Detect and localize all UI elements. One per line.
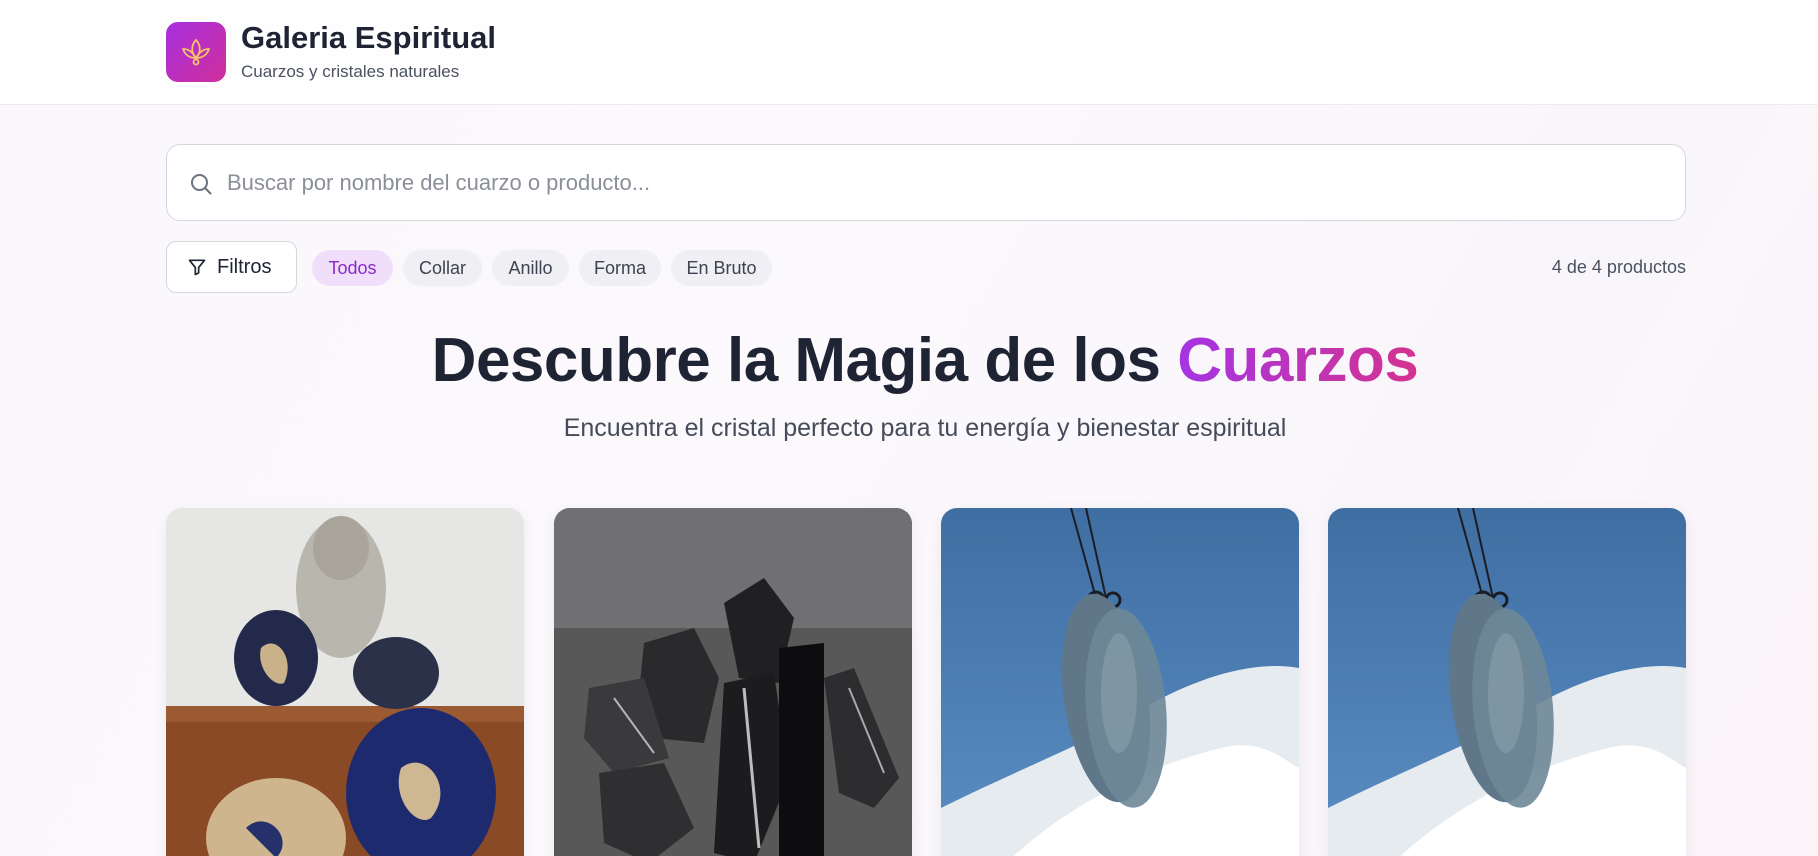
filters-button-label: Filtros: [217, 255, 272, 278]
product-count: 4 de 4 productos: [1551, 257, 1686, 277]
filters-button[interactable]: Filtros: [166, 241, 297, 293]
brand-title[interactable]: Galeria Espiritual: [241, 20, 496, 56]
product-card[interactable]: [554, 508, 912, 856]
site-header: Galeria Espiritual Cuarzos y cristales n…: [0, 0, 1818, 105]
product-card[interactable]: [1328, 508, 1686, 856]
filter-icon: [188, 259, 206, 276]
product-image: [941, 508, 1299, 856]
search-input[interactable]: [227, 145, 1667, 220]
chip-forma[interactable]: Forma: [579, 250, 661, 286]
brand-logo[interactable]: [166, 22, 226, 82]
brand-subtitle: Cuarzos y cristales naturales: [241, 62, 460, 81]
product-card[interactable]: [166, 508, 524, 856]
hero-title-main: Descubre la Magia de los: [431, 326, 1178, 395]
product-image: [554, 508, 912, 856]
search-bar[interactable]: [166, 144, 1686, 221]
lotus-icon: [182, 39, 210, 66]
product-image: [166, 508, 524, 856]
chip-collar[interactable]: Collar: [403, 250, 482, 286]
product-card[interactable]: [941, 508, 1299, 856]
chip-anillo[interactable]: Anillo: [492, 250, 569, 286]
hero-subtitle: Encuentra el cristal perfecto para tu en…: [563, 414, 1287, 442]
product-image: [1328, 508, 1686, 856]
chip-todos[interactable]: Todos: [312, 250, 393, 286]
hero-title-accent: Cuarzos: [1177, 326, 1419, 395]
chip-en-bruto[interactable]: En Bruto: [671, 250, 772, 286]
hero-title: Descubre la Magia de los Cuarzos: [0, 325, 1818, 396]
search-icon: [191, 174, 212, 195]
